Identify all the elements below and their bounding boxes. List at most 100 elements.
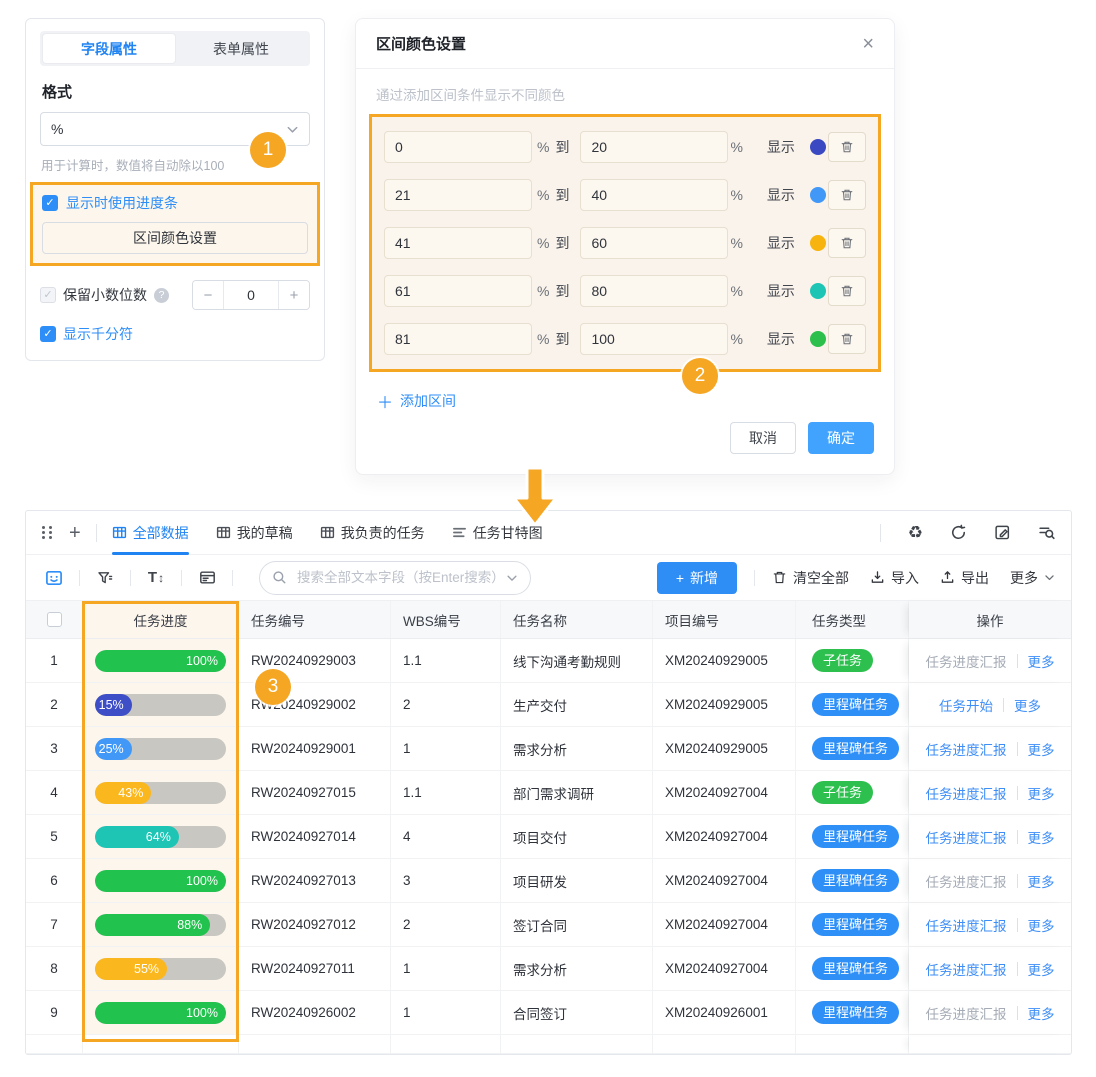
view-tab-my-drafts[interactable]: 我的草稿: [216, 511, 293, 555]
card-view-icon[interactable]: [195, 566, 219, 590]
primary-action-link[interactable]: 任务进度汇报: [926, 1003, 1007, 1023]
search-box[interactable]: [259, 561, 531, 595]
column-header-task-no[interactable]: 任务编号: [239, 601, 391, 638]
select-all-checkbox[interactable]: [47, 612, 62, 627]
delete-range-button[interactable]: [828, 180, 866, 210]
color-swatch[interactable]: [810, 187, 826, 203]
more-action-link[interactable]: 更多: [1028, 651, 1055, 671]
progress-bar: 25%: [95, 738, 226, 760]
more-action-link[interactable]: 更多: [1028, 959, 1055, 979]
view-tab-my-tasks[interactable]: 我负责的任务: [320, 511, 425, 555]
column-header-task-type[interactable]: 任务类型: [796, 601, 909, 638]
primary-action-link[interactable]: 任务进度汇报: [926, 783, 1007, 803]
range-from-input[interactable]: [384, 323, 532, 355]
color-swatch[interactable]: [810, 283, 826, 299]
table-row[interactable]: 9 100% RW20240926002 1 合同签订 XM2024092600…: [26, 991, 1071, 1035]
search-list-icon[interactable]: [1038, 524, 1055, 541]
primary-action-link[interactable]: 任务进度汇报: [926, 739, 1007, 759]
table-row[interactable]: 6 100% RW20240927013 3 项目研发 XM2024092700…: [26, 859, 1071, 903]
thousand-checkbox[interactable]: ✓: [40, 326, 56, 342]
column-header-task-name[interactable]: 任务名称: [501, 601, 653, 638]
table-row[interactable]: 7 88% RW20240927012 2 签订合同 XM20240927004…: [26, 903, 1071, 947]
display-fields-icon[interactable]: [42, 566, 66, 590]
drag-handle-icon[interactable]: [42, 526, 53, 539]
color-swatch[interactable]: [810, 331, 826, 347]
table-grid-icon: [112, 525, 127, 540]
range-from-input[interactable]: [384, 179, 532, 211]
filter-icon[interactable]: [93, 566, 117, 590]
table-grid-icon: [216, 525, 231, 540]
range-to-input[interactable]: [580, 227, 728, 259]
project-no-cell: XM20240927004: [653, 771, 796, 814]
more-action-link[interactable]: 更多: [1028, 783, 1055, 803]
range-color-settings-button[interactable]: 区间颜色设置: [42, 222, 308, 254]
column-header-wbs[interactable]: WBS编号: [391, 601, 501, 638]
add-range-link[interactable]: ＋ 添加区间: [377, 389, 456, 413]
task-type-cell: 里程碑任务: [796, 815, 909, 858]
primary-action-link[interactable]: 任务进度汇报: [926, 827, 1007, 847]
more-action-link[interactable]: 更多: [1028, 915, 1055, 935]
range-to-input[interactable]: [580, 275, 728, 307]
range-from-input[interactable]: [384, 275, 532, 307]
chevron-down-icon[interactable]: [506, 572, 518, 584]
export-button[interactable]: 导出: [940, 568, 989, 588]
add-record-button[interactable]: + 新增: [657, 562, 737, 594]
table-row[interactable]: 5 64% RW20240927014 4 项目交付 XM20240927004…: [26, 815, 1071, 859]
close-icon[interactable]: ×: [862, 34, 874, 54]
primary-action-link[interactable]: 任务进度汇报: [926, 915, 1007, 935]
primary-action-link[interactable]: 任务进度汇报: [926, 959, 1007, 979]
format-section-label: 格式: [42, 81, 308, 102]
progress-checkbox[interactable]: ✓: [42, 195, 58, 211]
delete-range-button[interactable]: [828, 228, 866, 258]
display-label: 显示: [767, 185, 795, 205]
more-action-link[interactable]: 更多: [1014, 695, 1041, 715]
table-row[interactable]: 8 55% RW20240927011 1 需求分析 XM20240927004…: [26, 947, 1071, 991]
column-header-project-no[interactable]: 项目编号: [653, 601, 796, 638]
more-action-link[interactable]: 更多: [1028, 1003, 1055, 1023]
project-no-cell: XM20240927004: [653, 815, 796, 858]
tab-field-properties[interactable]: 字段属性: [43, 34, 175, 63]
table-row[interactable]: 2 15% RW20240929002 2 生产交付 XM20240929005…: [26, 683, 1071, 727]
color-swatch[interactable]: [810, 235, 826, 251]
range-to-input[interactable]: [580, 179, 728, 211]
more-action-link[interactable]: 更多: [1028, 871, 1055, 891]
range-to-input[interactable]: [580, 323, 728, 355]
cancel-button[interactable]: 取消: [730, 422, 796, 454]
more-menu-button[interactable]: 更多: [1010, 568, 1055, 588]
tab-form-properties[interactable]: 表单属性: [175, 34, 307, 63]
range-from-input[interactable]: [384, 131, 532, 163]
more-action-link[interactable]: 更多: [1028, 827, 1055, 847]
stepper-value[interactable]: 0: [223, 281, 279, 309]
color-swatch[interactable]: [810, 139, 826, 155]
ok-button[interactable]: 确定: [808, 422, 874, 454]
primary-action-link[interactable]: 任务进度汇报: [926, 651, 1007, 671]
search-input[interactable]: [295, 569, 498, 586]
primary-action-link[interactable]: 任务进度汇报: [926, 871, 1007, 891]
text-sort-icon[interactable]: T↕: [144, 566, 168, 590]
delete-range-button[interactable]: [828, 324, 866, 354]
view-tab-label: 我负责的任务: [341, 523, 425, 543]
import-button[interactable]: 导入: [870, 568, 919, 588]
progress-bar: 88%: [95, 914, 226, 936]
clear-all-button[interactable]: 清空全部: [772, 568, 849, 588]
recycle-bin-icon[interactable]: ♻: [908, 524, 923, 541]
decimal-checkbox[interactable]: ✓: [40, 287, 56, 303]
column-header-progress[interactable]: 任务进度: [83, 601, 239, 638]
stepper-plus-button[interactable]: +: [279, 281, 309, 309]
delete-range-button[interactable]: [828, 276, 866, 306]
add-view-button[interactable]: +: [69, 523, 81, 543]
table-row[interactable]: 3 25% RW20240929001 1 需求分析 XM20240929005…: [26, 727, 1071, 771]
refresh-icon[interactable]: [950, 524, 967, 541]
primary-action-link[interactable]: 任务开始: [939, 695, 993, 715]
row-number: 8: [26, 947, 83, 990]
table-row[interactable]: 1 100% RW20240929003 1.1 线下沟通考勤规则 XM2024…: [26, 639, 1071, 683]
more-action-link[interactable]: 更多: [1028, 739, 1055, 759]
help-icon[interactable]: ?: [154, 288, 169, 303]
range-to-input[interactable]: [580, 131, 728, 163]
form-edit-icon[interactable]: [994, 524, 1011, 541]
view-tab-all-data[interactable]: 全部数据: [112, 511, 189, 555]
stepper-minus-button[interactable]: −: [193, 281, 223, 309]
delete-range-button[interactable]: [828, 132, 866, 162]
table-row[interactable]: 4 43% RW20240927015 1.1 部门需求调研 XM2024092…: [26, 771, 1071, 815]
range-from-input[interactable]: [384, 227, 532, 259]
